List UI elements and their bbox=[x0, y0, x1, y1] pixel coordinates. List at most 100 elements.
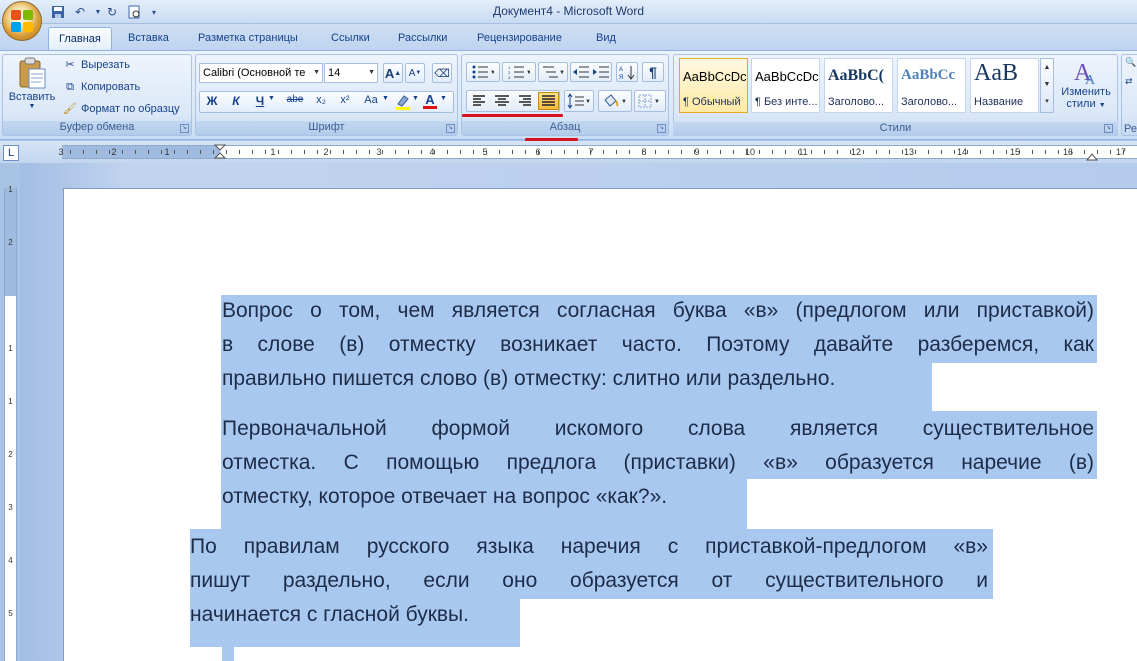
font-size-dropdown-icon[interactable]: ▼ bbox=[368, 64, 375, 82]
tab-review[interactable]: Рецензирование bbox=[467, 27, 572, 50]
ruler-tick bbox=[902, 150, 903, 154]
numbering-button[interactable]: 1 2 3 ▼ bbox=[502, 62, 536, 82]
office-button[interactable] bbox=[2, 1, 42, 41]
ruler-tick bbox=[1123, 150, 1124, 154]
ruler-tick bbox=[1019, 150, 1020, 154]
alignment-toolbar bbox=[466, 90, 560, 112]
copy-button[interactable]: ⧉ Копировать bbox=[63, 77, 140, 97]
paragraph-1[interactable]: Вопрос о том, чем является согласная бук… bbox=[222, 294, 1094, 396]
paragraph-dialog-launcher[interactable]: ↘ bbox=[657, 124, 666, 133]
superscript-button[interactable]: x² bbox=[336, 94, 354, 110]
ruler-tick bbox=[499, 150, 500, 154]
borders-button[interactable]: ▼ bbox=[634, 90, 666, 112]
tab-home[interactable]: Главная bbox=[48, 27, 112, 50]
font-color-button[interactable]: A bbox=[422, 92, 438, 110]
editing-group-label-partial: Ре bbox=[1124, 123, 1137, 135]
bullets-button[interactable]: ▼ bbox=[466, 62, 500, 82]
ruler-tick bbox=[83, 150, 84, 154]
bold-button[interactable]: Ж bbox=[203, 94, 221, 110]
ruler-tick bbox=[1032, 150, 1033, 154]
align-right-button[interactable] bbox=[515, 93, 535, 109]
replace-icon[interactable]: ⇄ bbox=[1125, 76, 1137, 87]
styles-gallery-scroll[interactable]: ▲ ▼ ▾ bbox=[1040, 58, 1054, 113]
justify-button[interactable] bbox=[538, 92, 559, 110]
vertical-ruler-number: 2 bbox=[8, 238, 13, 247]
style-no-spacing[interactable]: AaBbCcDc ¶ Без инте... bbox=[751, 58, 820, 113]
change-case-button[interactable]: Aa bbox=[360, 94, 382, 110]
show-formatting-button[interactable]: ¶ bbox=[642, 62, 664, 82]
vertical-ruler-number: 4 bbox=[8, 556, 13, 565]
align-left-button[interactable] bbox=[469, 93, 489, 109]
horizontal-ruler[interactable]: 3211234567891011121314151617 bbox=[58, 144, 1137, 161]
paragraph-group-label: Абзац bbox=[462, 121, 668, 135]
grow-font-button[interactable]: A ▲ bbox=[383, 63, 403, 83]
paragraph-2[interactable]: Первоначальной формой искомого слова явл… bbox=[222, 412, 1094, 514]
clipboard-dialog-launcher[interactable]: ↘ bbox=[180, 124, 189, 133]
ruler-tick bbox=[1006, 150, 1007, 154]
format-painter-label: Формат по образцу bbox=[81, 103, 180, 115]
font-size-combo[interactable]: 14 ▼ bbox=[324, 63, 378, 83]
align-center-button[interactable] bbox=[492, 93, 512, 109]
change-styles-button[interactable]: AA Изменить стили ▼ bbox=[1058, 56, 1114, 122]
styles-scroll-down-icon[interactable]: ▼ bbox=[1041, 76, 1053, 93]
style-heading2[interactable]: AaBbCc Заголово... bbox=[897, 58, 966, 113]
underline-dropdown-icon[interactable]: ▼ bbox=[268, 95, 275, 102]
tab-references[interactable]: Ссылки bbox=[321, 27, 380, 50]
ruler-tick bbox=[291, 150, 292, 154]
underline-button[interactable]: Ч bbox=[251, 94, 269, 110]
vertical-ruler[interactable]: 1 2 1 1 2 3 4 5 bbox=[4, 185, 17, 661]
ruler-tick bbox=[798, 150, 799, 154]
font-name-dropdown-icon[interactable]: ▼ bbox=[313, 64, 320, 82]
paste-button[interactable]: Вставить ▼ bbox=[9, 57, 55, 113]
tab-insert[interactable]: Вставка bbox=[118, 27, 179, 50]
ruler-tick bbox=[551, 150, 552, 154]
increase-indent-icon[interactable] bbox=[591, 65, 611, 79]
ruler-left-margin bbox=[62, 146, 220, 158]
format-painter-button[interactable]: 🖌 Формат по образцу bbox=[63, 99, 180, 119]
ruler-tick bbox=[96, 150, 97, 154]
tab-selector[interactable]: L bbox=[3, 145, 19, 161]
font-format-toolbar: Ж К Ч ▼ abe x₂ x² Aa ▼ ▼ A ▼ bbox=[199, 91, 454, 113]
subscript-button[interactable]: x₂ bbox=[312, 94, 330, 110]
tab-view[interactable]: Вид bbox=[586, 27, 626, 50]
line-spacing-button[interactable]: ▼ bbox=[564, 90, 594, 112]
font-name-combo[interactable]: Calibri (Основной те ▼ bbox=[199, 63, 323, 83]
italic-button[interactable]: К bbox=[227, 94, 245, 110]
ruler-tick bbox=[239, 150, 240, 154]
styles-more-icon[interactable]: ▾ bbox=[1041, 93, 1053, 110]
ruler-tick bbox=[434, 150, 435, 154]
sort-button[interactable]: AЯ bbox=[616, 62, 638, 82]
editing-icons: 🔍 ⇄ bbox=[1125, 57, 1137, 117]
indent-buttons bbox=[570, 62, 612, 82]
copy-label: Копировать bbox=[81, 81, 141, 93]
style-heading1[interactable]: AaBbC(Заголово... bbox=[824, 58, 893, 113]
ruler-tick bbox=[954, 150, 955, 154]
first-line-indent-marker[interactable] bbox=[214, 144, 226, 160]
clear-formatting-button[interactable]: ⌫ bbox=[432, 63, 452, 83]
ruler-tick bbox=[356, 150, 357, 154]
paragraph-3[interactable]: По правилам русского языка наречия с при… bbox=[190, 530, 988, 632]
font-color-dropdown-icon[interactable]: ▼ bbox=[440, 95, 447, 102]
style-normal[interactable]: AaBbCcDc ¶ Обычный bbox=[679, 58, 748, 113]
strikethrough-button[interactable]: abe bbox=[284, 94, 306, 110]
ruler-tick bbox=[824, 150, 825, 154]
right-indent-marker[interactable] bbox=[1086, 149, 1098, 161]
highlight-dropdown-icon[interactable]: ▼ bbox=[412, 95, 419, 102]
ruler-tick bbox=[655, 150, 656, 154]
font-dialog-launcher[interactable]: ↘ bbox=[446, 124, 455, 133]
highlight-button[interactable] bbox=[394, 93, 412, 111]
shrink-font-button[interactable]: A ▼ bbox=[405, 63, 425, 83]
change-case-dropdown-icon[interactable]: ▼ bbox=[382, 95, 389, 102]
tab-mailings[interactable]: Рассылки bbox=[388, 27, 457, 50]
style-heading1-sample: AaBbC( bbox=[828, 67, 885, 84]
find-icon[interactable]: 🔍 bbox=[1125, 57, 1137, 68]
cut-button[interactable]: ✂ Вырезать bbox=[63, 55, 130, 75]
style-title[interactable]: AaB Название bbox=[970, 58, 1039, 113]
decrease-indent-icon[interactable] bbox=[571, 65, 591, 79]
tab-page-layout[interactable]: Разметка страницы bbox=[188, 27, 308, 50]
multilevel-list-button[interactable]: ▼ bbox=[538, 62, 568, 82]
styles-dialog-launcher[interactable]: ↘ bbox=[1104, 124, 1113, 133]
shading-button[interactable]: ▼ bbox=[598, 90, 632, 112]
styles-scroll-up-icon[interactable]: ▲ bbox=[1041, 59, 1053, 76]
clipboard-group: Вставить ▼ ✂ Вырезать ⧉ Копировать 🖌 Формат… bbox=[2, 54, 192, 136]
